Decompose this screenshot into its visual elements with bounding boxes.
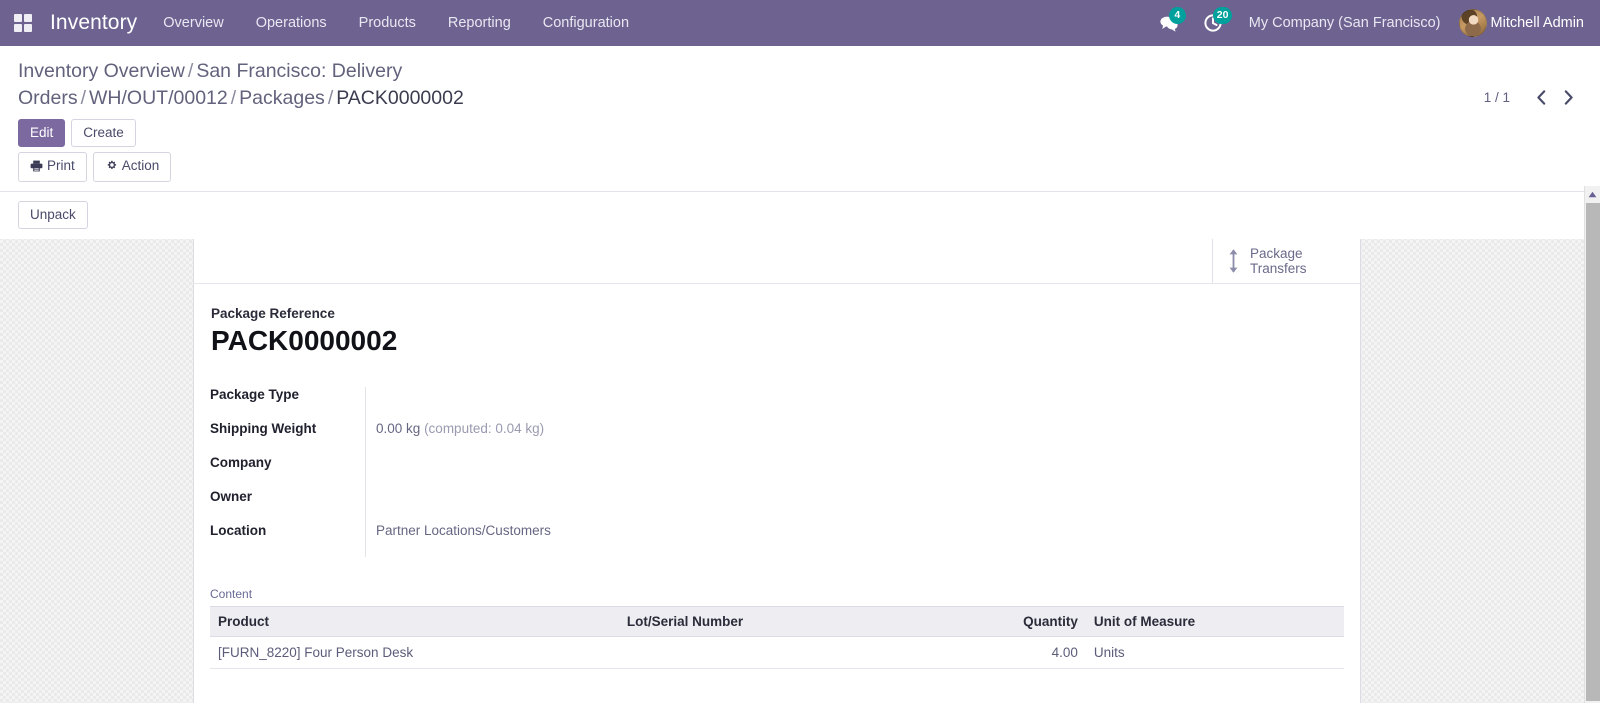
field-label: Location (210, 523, 267, 538)
cell-unit-of-measure: Units (1085, 636, 1344, 669)
shipping-weight-computed: (computed: 0.04 kg) (424, 421, 545, 436)
pager-next-button[interactable] (1555, 90, 1582, 105)
pager-previous-button[interactable] (1528, 90, 1555, 105)
apps-menu-button[interactable] (0, 0, 46, 46)
navbar-right-tools: 4 20 My Company (San Francisco) Mitchell… (1147, 0, 1590, 46)
menu-item-operations[interactable]: Operations (240, 0, 343, 46)
messages-badge: 4 (1168, 7, 1186, 24)
table-header-row: Product Lot/Serial Number Quantity Unit … (210, 606, 1344, 637)
scrollbar-thumb[interactable] (1586, 203, 1600, 701)
chevron-right-icon (1564, 90, 1573, 105)
field-company: Company (210, 455, 965, 489)
content-section-title: Content (210, 587, 253, 601)
breadcrumb-item-inventory-overview[interactable]: Inventory Overview (18, 60, 185, 82)
cell-product: [FURN_8220] Four Person Desk (210, 636, 619, 669)
shipping-weight-value: 0.00 kg (376, 421, 421, 436)
app-brand-inventory[interactable]: Inventory (46, 11, 147, 35)
vertical-scrollbar[interactable] (1584, 186, 1600, 703)
avatar (1458, 9, 1487, 37)
chevron-left-icon (1537, 90, 1546, 105)
content-table: Product Lot/Serial Number Quantity Unit … (210, 606, 1344, 669)
activities-button[interactable]: 20 (1191, 0, 1235, 46)
smart-button-label: Package Transfers (1250, 246, 1307, 276)
print-button[interactable]: Print (18, 152, 87, 182)
smart-button-box: Package Transfers (194, 239, 1360, 284)
breadcrumb-separator: / (80, 87, 87, 109)
status-bar: Unpack (0, 191, 1600, 239)
cell-quantity: 4.00 (892, 636, 1086, 669)
printer-icon (30, 159, 43, 176)
form-fields: Package Type Shipping Weight 0.00 kg (co… (210, 387, 965, 557)
activities-badge: 20 (1212, 7, 1233, 24)
breadcrumb-separator: / (187, 60, 194, 82)
field-value[interactable] (365, 489, 965, 523)
print-button-label: Print (47, 158, 75, 173)
company-switcher[interactable]: My Company (San Francisco) (1235, 15, 1455, 31)
gear-icon (105, 159, 118, 176)
form-secondary-buttons: Print Action (18, 152, 1412, 182)
form-content-area: Package Transfers Package Reference PACK… (0, 228, 1600, 703)
menu-item-reporting[interactable]: Reporting (432, 0, 527, 46)
form-action-buttons: Edit Create (18, 119, 1412, 147)
top-navbar: Inventory Overview Operations Products R… (0, 0, 1600, 46)
page-title: PACK0000002 (211, 325, 398, 356)
action-button[interactable]: Action (92, 152, 172, 182)
user-name-label: Mitchell Admin (1490, 15, 1584, 31)
breadcrumb-separator: / (327, 87, 334, 109)
menu-item-overview[interactable]: Overview (147, 0, 239, 46)
pager: 1 / 1 (1484, 90, 1582, 105)
control-panel: Inventory Overview / San Francisco: Delive… (0, 46, 1600, 239)
user-menu[interactable]: Mitchell Admin (1455, 9, 1590, 37)
messages-button[interactable]: 4 (1147, 0, 1191, 46)
field-value[interactable]: 0.00 kg (computed: 0.04 kg) (365, 421, 965, 455)
form-sheet: Package Transfers Package Reference PACK… (193, 238, 1361, 703)
field-value[interactable] (365, 455, 965, 489)
breadcrumb-item-packages[interactable]: Packages (239, 87, 325, 109)
column-header-quantity[interactable]: Quantity (892, 606, 1086, 637)
content-section: Content Product Lot/Serial Number Quanti… (210, 587, 1344, 669)
apps-grid-icon (14, 14, 32, 32)
smart-button-package-transfers[interactable]: Package Transfers (1212, 239, 1360, 283)
package-reference-label: Package Reference (211, 306, 335, 321)
field-value[interactable]: Partner Locations/Customers (365, 523, 965, 557)
scroll-up-button[interactable] (1585, 186, 1600, 203)
form-title-block: Package Reference PACK0000002 (210, 306, 1344, 359)
breadcrumb: Inventory Overview / San Francisco: Delive… (18, 58, 718, 112)
field-location: Location Partner Locations/Customers (210, 523, 965, 557)
menu-item-configuration[interactable]: Configuration (527, 0, 645, 46)
field-label: Shipping Weight (210, 421, 317, 436)
field-shipping-weight: Shipping Weight 0.00 kg (computed: 0.04 … (210, 421, 965, 455)
caret-up-icon (1588, 191, 1597, 198)
column-header-product[interactable]: Product (210, 606, 619, 637)
create-button[interactable]: Create (71, 119, 136, 147)
main-menu: Overview Operations Products Reporting C… (147, 0, 645, 46)
breadcrumb-item-current: PACK0000002 (336, 87, 464, 109)
menu-item-products[interactable]: Products (343, 0, 432, 46)
breadcrumb-item-wh-out-00012[interactable]: WH/OUT/00012 (89, 87, 228, 109)
pager-count: 1 / 1 (1483, 90, 1510, 105)
column-header-unit-of-measure[interactable]: Unit of Measure (1085, 606, 1344, 637)
column-header-lot-serial[interactable]: Lot/Serial Number (618, 606, 893, 637)
field-value[interactable] (365, 387, 965, 421)
edit-button[interactable]: Edit (18, 119, 66, 147)
table-row[interactable]: [FURN_8220] Four Person Desk 4.00 Units (210, 636, 1344, 669)
arrows-vertical-icon (1227, 248, 1240, 274)
field-label: Package Type (210, 387, 300, 402)
field-owner: Owner (210, 489, 965, 523)
field-label: Company (210, 455, 272, 470)
cell-lot-serial (618, 636, 893, 669)
action-button-label: Action (121, 158, 160, 173)
field-label: Owner (210, 489, 253, 504)
field-package-type: Package Type (210, 387, 965, 421)
breadcrumb-separator: / (230, 87, 237, 109)
unpack-button[interactable]: Unpack (18, 201, 88, 229)
